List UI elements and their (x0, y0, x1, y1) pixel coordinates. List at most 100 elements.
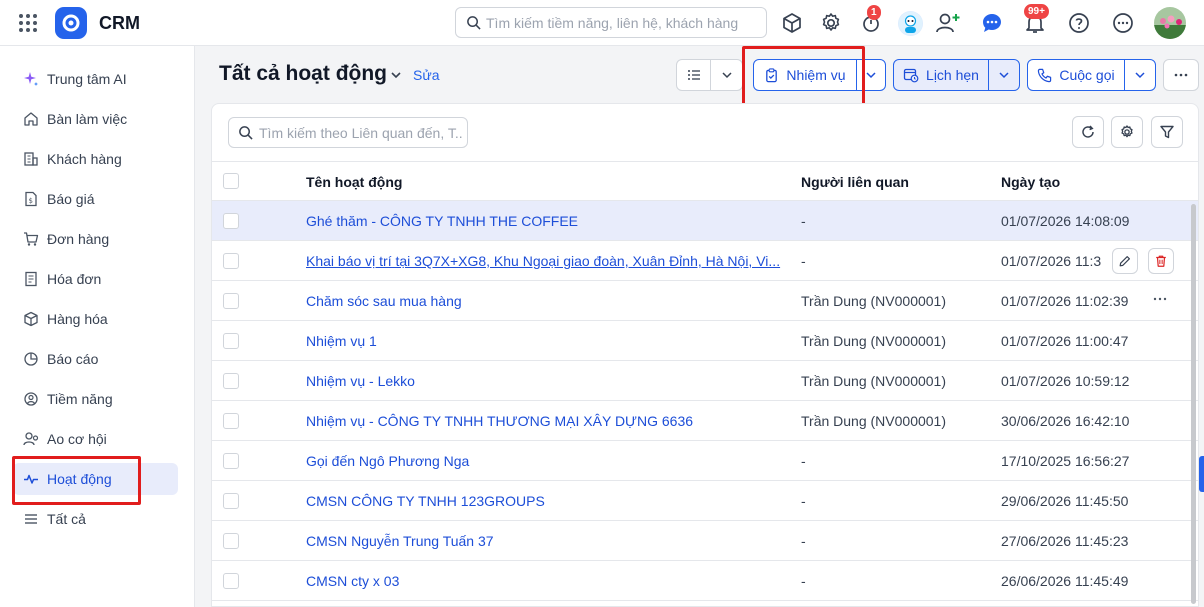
building-icon (23, 151, 39, 167)
sidebar-item-activities[interactable]: Hoạt động (13, 463, 178, 495)
refresh-button[interactable] (1072, 116, 1104, 148)
appointment-dropdown-button[interactable] (989, 60, 1019, 90)
column-header-created[interactable]: Ngày tạo (1001, 174, 1060, 190)
settings-gear-icon[interactable] (819, 11, 843, 35)
table-row[interactable]: Khai báo vị trí tại 3Q7X+XG8, Khu Ngoại … (212, 241, 1198, 281)
sidebar-item-leads[interactable]: Tiềm năng (13, 383, 178, 415)
row-checkbox[interactable] (223, 213, 239, 229)
chevron-down-icon[interactable] (389, 68, 403, 82)
edit-view-link[interactable]: Sửa (413, 67, 440, 83)
help-icon[interactable] (1067, 11, 1091, 35)
table-row[interactable]: Chăm sóc sau mua hàng Trần Dung (NV00000… (212, 281, 1198, 321)
table-row[interactable]: CMSN Nguyễn Trung Tuấn 37 - 27/06/2026 1… (212, 521, 1198, 561)
list-view-button[interactable] (677, 60, 710, 90)
chat-icon[interactable] (980, 11, 1004, 35)
related-person: - (801, 453, 806, 469)
edit-row-button[interactable] (1112, 248, 1138, 274)
add-appointment-button[interactable]: Lịch hẹn (894, 60, 988, 90)
sidebar-item-orders[interactable]: Đơn hàng (13, 223, 178, 255)
sidebar-item-invoices[interactable]: Hóa đơn (13, 263, 178, 295)
row-more-icon[interactable] (1152, 286, 1168, 307)
more-actions-button[interactable] (1163, 59, 1199, 91)
table-row[interactable]: Nhiệm vụ 1 Trần Dung (NV000001) 01/07/20… (212, 321, 1198, 361)
invoice-icon (23, 271, 39, 287)
row-checkbox[interactable] (223, 413, 239, 429)
select-all-checkbox[interactable] (223, 173, 239, 189)
row-checkbox[interactable] (223, 373, 239, 389)
table-row[interactable]: CMSN cty x 03 - 26/06/2026 11:45:49 (212, 561, 1198, 601)
sparkle-icon (23, 71, 39, 87)
created-date: 01/07/2026 10:59:12 (1001, 373, 1130, 389)
row-checkbox[interactable] (223, 333, 239, 349)
pencil-icon (1119, 256, 1130, 267)
related-person: - (801, 253, 806, 269)
delete-row-button[interactable] (1148, 248, 1174, 274)
sidebar-item-label: Hoạt động (47, 471, 112, 487)
table-search[interactable] (228, 117, 468, 148)
sidebar-item-ai-center[interactable]: Trung tâm AI (13, 63, 178, 95)
created-date: 26/06/2026 11:45:49 (1001, 573, 1129, 589)
crm-logo[interactable] (55, 7, 87, 39)
global-search[interactable] (455, 7, 767, 38)
sidebar-item-quotes[interactable]: $ Báo giá (13, 183, 178, 215)
row-checkbox[interactable] (223, 493, 239, 509)
table-row[interactable]: Ghé thăm - CÔNG TY TNHH THE COFFEE - 01/… (212, 201, 1198, 241)
filter-button[interactable] (1151, 116, 1183, 148)
apps-grid-icon[interactable] (18, 13, 38, 33)
sidebar-item-reports[interactable]: Báo cáo (13, 343, 178, 375)
row-checkbox[interactable] (223, 573, 239, 589)
sidebar-item-customers[interactable]: Khách hàng (13, 143, 178, 175)
table-row[interactable]: Nhiệm vụ - Lekko Trần Dung (NV000001) 01… (212, 361, 1198, 401)
activity-name-link[interactable]: Nhiệm vụ - Lekko (306, 373, 415, 389)
add-call-button[interactable]: Cuộc gọi (1028, 60, 1124, 90)
call-button-label: Cuộc gọi (1059, 67, 1115, 83)
cube-icon[interactable] (780, 11, 804, 35)
table-settings-button[interactable] (1111, 116, 1143, 148)
activity-name-link[interactable]: CMSN CÔNG TY TNHH 123GROUPS (306, 493, 545, 509)
add-user-icon[interactable] (935, 11, 960, 35)
activity-name-link[interactable]: CMSN cty x 03 (306, 573, 399, 589)
column-header-related[interactable]: Người liên quan (801, 174, 909, 190)
global-search-input[interactable] (486, 14, 756, 32)
vertical-scrollbar[interactable] (1191, 204, 1196, 604)
side-panel-tab[interactable] (1199, 456, 1204, 492)
sidebar-item-label: Trung tâm AI (47, 71, 127, 87)
add-task-button[interactable]: Nhiệm vụ (754, 60, 856, 90)
sidebar-item-workspace[interactable]: Bàn làm việc (13, 103, 178, 135)
activity-name-link[interactable]: CMSN Nguyễn Trung Tuấn 37 (306, 533, 494, 549)
call-dropdown-button[interactable] (1125, 60, 1155, 90)
activity-name-link[interactable]: Nhiệm vụ - CÔNG TY TNHH THƯƠNG MẠI XÂY D… (306, 413, 693, 429)
sidebar-item-products[interactable]: Hàng hóa (13, 303, 178, 335)
row-checkbox[interactable] (223, 253, 239, 269)
row-checkbox[interactable] (223, 293, 239, 309)
task-button-label: Nhiệm vụ (786, 67, 846, 83)
view-dropdown-button[interactable] (711, 60, 742, 90)
column-header-name[interactable]: Tên hoạt động (306, 174, 402, 190)
sidebar-item-opportunities[interactable]: Ao cơ hội (13, 423, 178, 455)
user-avatar[interactable] (1154, 7, 1186, 39)
activity-name-link[interactable]: Nhiệm vụ 1 (306, 333, 377, 349)
table-row[interactable]: Gọi đến Ngô Phương Nga - 17/10/2025 16:5… (212, 441, 1198, 481)
activity-name-link[interactable]: Ghé thăm - CÔNG TY TNHH THE COFFEE (306, 213, 578, 229)
task-dropdown-button[interactable] (857, 60, 885, 90)
assistant-avatar[interactable] (898, 11, 923, 36)
more-circle-icon[interactable] (1111, 11, 1135, 35)
created-date: 01/07/2026 11:3 (1001, 253, 1102, 269)
activity-name-link[interactable]: Khai báo vị trí tại 3Q7X+XG8, Khu Ngoại … (306, 253, 780, 269)
refresh-icon (1082, 125, 1094, 138)
list-icon (687, 70, 700, 80)
created-date: 27/06/2026 11:45:23 (1001, 533, 1129, 549)
sidebar-item-label: Ao cơ hội (47, 431, 107, 447)
activity-name-link[interactable]: Gọi đến Ngô Phương Nga (306, 453, 469, 469)
table-row[interactable]: CMSN CÔNG TY TNHH 123GROUPS - 29/06/2026… (212, 481, 1198, 521)
created-date: 29/06/2026 11:45:50 (1001, 493, 1129, 509)
row-checkbox[interactable] (223, 533, 239, 549)
app-name: CRM (99, 13, 140, 33)
bell-badge: 99+ (1024, 4, 1049, 19)
related-person: Trần Dung (NV000001) (801, 373, 947, 389)
sidebar-item-all[interactable]: Tất cả (13, 503, 178, 535)
activity-name-link[interactable]: Chăm sóc sau mua hàng (306, 293, 462, 309)
table-search-input[interactable] (259, 124, 463, 142)
row-checkbox[interactable] (223, 453, 239, 469)
table-row[interactable]: Nhiệm vụ - CÔNG TY TNHH THƯƠNG MẠI XÂY D… (212, 401, 1198, 441)
